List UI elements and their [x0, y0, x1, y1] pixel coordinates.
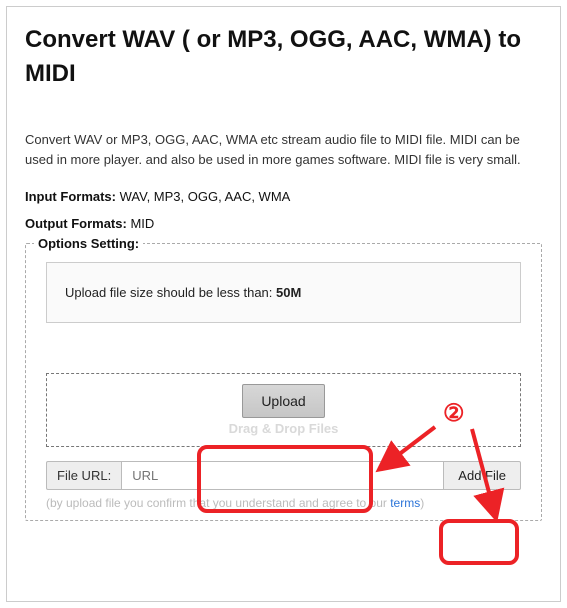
upload-size-notice: Upload file size should be less than: 50… [46, 262, 521, 323]
file-dropzone[interactable]: Upload Drag & Drop Files [46, 373, 521, 447]
input-formats-value: WAV, MP3, OGG, AAC, WMA [116, 189, 290, 204]
output-formats-value: MID [127, 216, 154, 231]
notice-value: 50M [276, 285, 301, 300]
disclaimer-prefix: (by upload file you confirm that you und… [46, 496, 390, 510]
output-formats-label: Output Formats: [25, 216, 127, 231]
file-url-label: File URL: [46, 461, 121, 490]
file-url-row: File URL: Add File [46, 461, 521, 490]
options-fieldset: Options Setting: Upload file size should… [25, 243, 542, 521]
page-title: Convert WAV ( or MP3, OGG, AAC, WMA) to … [25, 23, 542, 90]
terms-link[interactable]: terms [390, 496, 420, 510]
description-text: Convert WAV or MP3, OGG, AAC, WMA etc st… [25, 130, 542, 169]
options-inner: Upload file size should be less than: 50… [26, 244, 541, 520]
file-url-input[interactable] [121, 461, 444, 490]
notice-prefix: Upload file size should be less than: [65, 285, 276, 300]
output-formats-line: Output Formats: MID [25, 216, 542, 231]
upload-button[interactable]: Upload [242, 384, 324, 418]
input-formats-line: Input Formats: WAV, MP3, OGG, AAC, WMA [25, 189, 542, 204]
upload-disclaimer: (by upload file you confirm that you und… [46, 496, 521, 510]
page-container: Convert WAV ( or MP3, OGG, AAC, WMA) to … [6, 6, 561, 602]
drag-drop-text: Drag & Drop Files [229, 421, 339, 436]
options-legend: Options Setting: [34, 236, 143, 251]
input-formats-label: Input Formats: [25, 189, 116, 204]
disclaimer-suffix: ) [420, 496, 424, 510]
add-file-button[interactable]: Add File [444, 461, 521, 490]
annotation-rect-addfile [439, 519, 519, 565]
